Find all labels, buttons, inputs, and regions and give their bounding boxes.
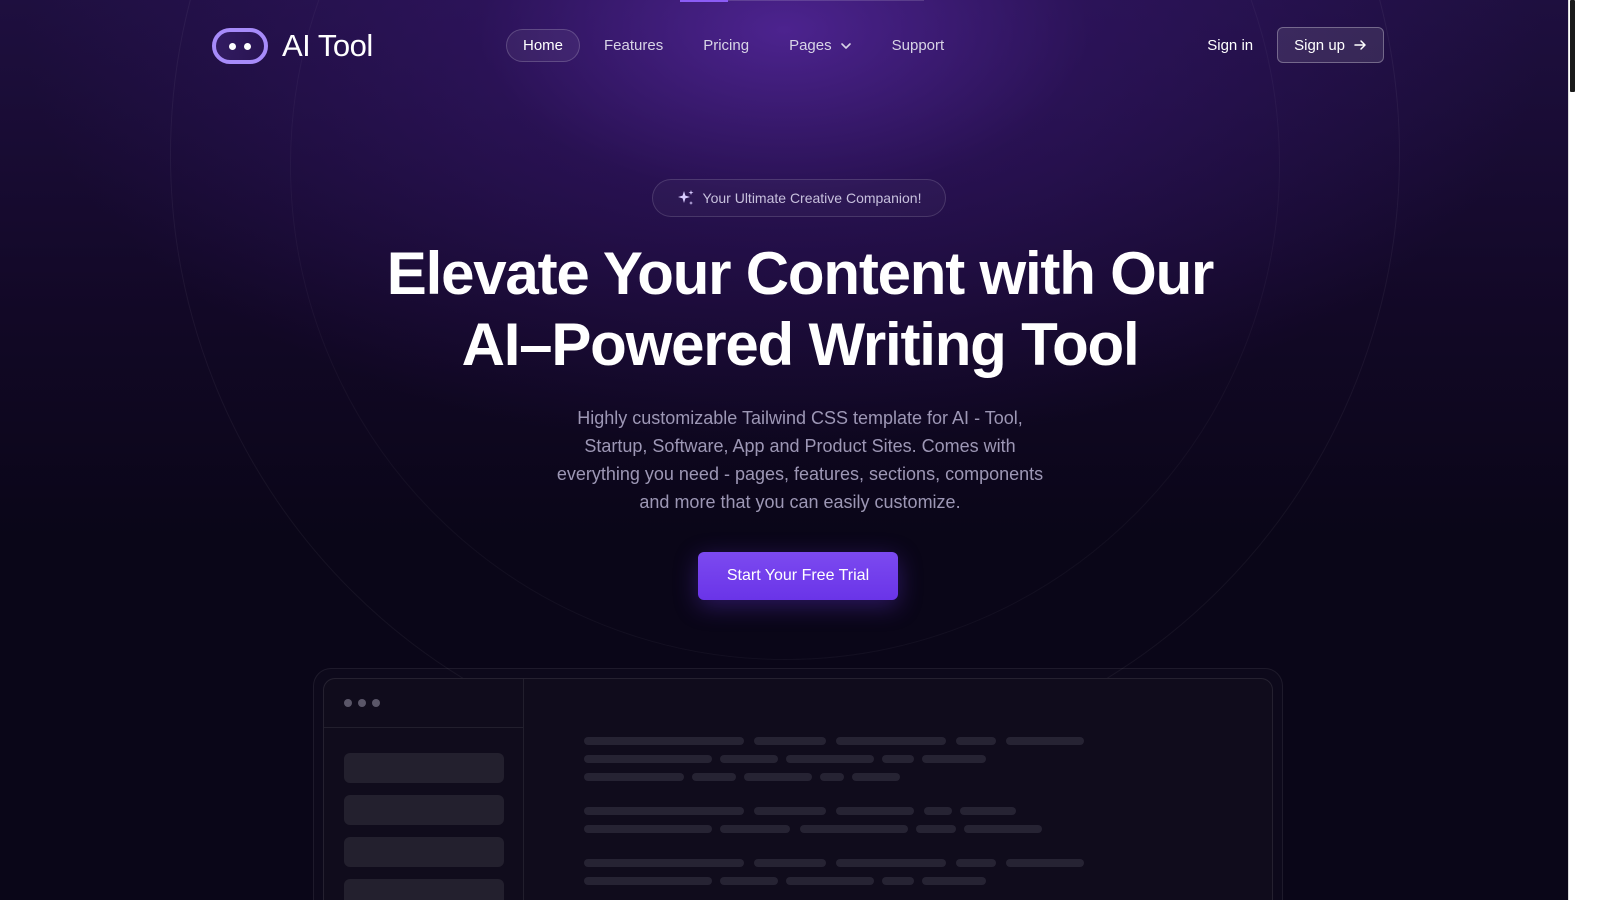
- skeleton-line: [956, 737, 996, 745]
- skeleton-line: [964, 825, 1042, 833]
- skeleton-line: [960, 807, 1016, 815]
- nav-features[interactable]: Features: [588, 29, 679, 62]
- skeleton-line: [744, 773, 812, 781]
- preview-sidebar-item: [344, 879, 504, 900]
- skeleton-line: [882, 755, 914, 763]
- auth-actions: Sign in Sign up: [1207, 27, 1384, 63]
- hero-title: Elevate Your Content with Our AI–Powered…: [240, 238, 1360, 380]
- top-accent-line: [680, 0, 728, 2]
- skeleton-line: [786, 877, 874, 885]
- skeleton-line: [922, 755, 986, 763]
- main-nav: Home Features Pricing Pages Support: [506, 29, 960, 62]
- start-free-trial-button[interactable]: Start Your Free Trial: [698, 552, 898, 600]
- skeleton-line: [720, 877, 778, 885]
- skeleton-line: [584, 755, 712, 763]
- robot-face-icon: [212, 28, 268, 64]
- preview-sidebar: [324, 679, 524, 900]
- preview-sidebar-item: [344, 753, 504, 783]
- hero-title-line-1: Elevate Your Content with Our: [386, 240, 1215, 307]
- skeleton-line: [584, 807, 744, 815]
- nav-pricing[interactable]: Pricing: [687, 29, 765, 62]
- skeleton-line: [800, 825, 908, 833]
- preview-sidebar-item: [344, 795, 504, 825]
- window-dot-icon: [344, 699, 352, 707]
- skeleton-line: [836, 859, 946, 867]
- nav-features-label: Features: [604, 37, 664, 54]
- nav-support-label: Support: [891, 37, 945, 54]
- chevron-down-icon: [840, 42, 851, 49]
- hero-badge: Your Ultimate Creative Companion!: [652, 179, 946, 217]
- sign-up-button[interactable]: Sign up: [1277, 27, 1384, 63]
- preview-window-controls: [324, 679, 523, 728]
- skeleton-line: [584, 737, 744, 745]
- window-dot-icon: [372, 699, 380, 707]
- app-preview-window: [323, 678, 1273, 900]
- skeleton-line: [1006, 737, 1084, 745]
- nav-support[interactable]: Support: [876, 29, 961, 62]
- sign-in-link[interactable]: Sign in: [1207, 37, 1253, 54]
- scrollbar-track: [1568, 0, 1600, 900]
- skeleton-line: [836, 807, 914, 815]
- skeleton-line: [852, 773, 900, 781]
- sparkle-icon: [677, 190, 694, 205]
- nav-pages-label: Pages: [789, 37, 832, 54]
- brand-name: AI Tool: [282, 28, 373, 63]
- brand-logo-link[interactable]: AI Tool: [212, 28, 373, 64]
- skeleton-line: [754, 859, 826, 867]
- window-dot-icon: [358, 699, 366, 707]
- skeleton-line: [786, 755, 874, 763]
- skeleton-line: [692, 773, 736, 781]
- skeleton-line: [584, 825, 712, 833]
- hero-subtitle: Highly customizable Tailwind CSS templat…: [556, 408, 1044, 512]
- arrow-right-icon: [1354, 40, 1366, 50]
- nav-pages-dropdown[interactable]: Pages: [773, 29, 868, 62]
- sign-up-label: Sign up: [1294, 36, 1345, 54]
- skeleton-line: [916, 825, 956, 833]
- hero-title-line-2: AI–Powered Writing Tool: [461, 311, 1140, 378]
- skeleton-line: [922, 877, 986, 885]
- scrollbar-thumb[interactable]: [1570, 0, 1575, 92]
- skeleton-line: [584, 877, 712, 885]
- nav-home[interactable]: Home: [506, 29, 581, 62]
- skeleton-line: [836, 737, 946, 745]
- skeleton-line: [584, 859, 744, 867]
- nav-home-label: Home: [523, 37, 564, 54]
- skeleton-line: [924, 807, 952, 815]
- skeleton-line: [754, 807, 826, 815]
- skeleton-line: [1006, 859, 1084, 867]
- skeleton-line: [720, 755, 778, 763]
- skeleton-line: [956, 859, 996, 867]
- skeleton-line: [820, 773, 844, 781]
- skeleton-line: [754, 737, 826, 745]
- nav-pricing-label: Pricing: [703, 37, 750, 54]
- top-divider-line: [728, 0, 924, 1]
- page-scrollbar[interactable]: [1568, 0, 1600, 900]
- site-header: AI Tool Home Features Pricing Pages Supp…: [212, 24, 1384, 68]
- preview-sidebar-item: [344, 837, 504, 867]
- skeleton-line: [584, 773, 684, 781]
- skeleton-line: [720, 825, 790, 833]
- hero-badge-text: Your Ultimate Creative Companion!: [702, 190, 922, 206]
- skeleton-line: [882, 877, 914, 885]
